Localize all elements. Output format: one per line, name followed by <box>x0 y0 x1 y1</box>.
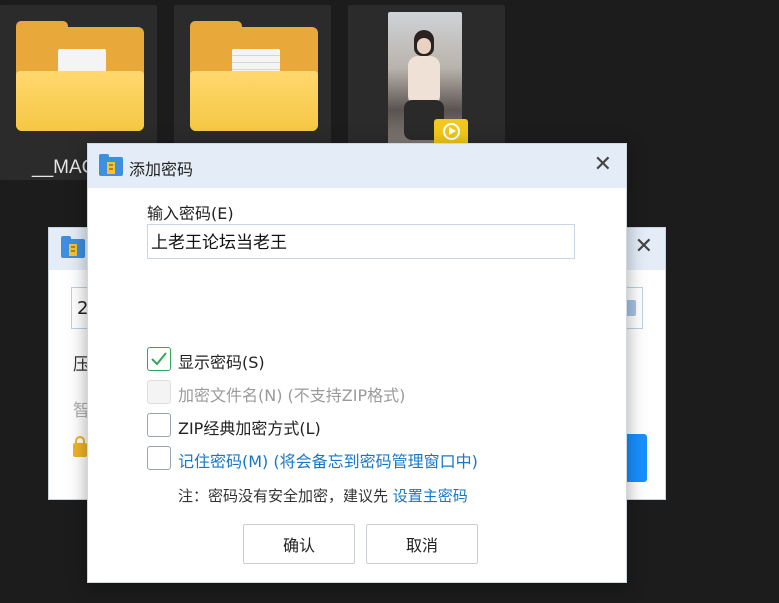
remember-password-label[interactable]: 记住密码(M) (将会备忘到密码管理窗口中) <box>178 448 478 472</box>
background-primary-button[interactable] <box>624 434 647 482</box>
security-note: 注：密码没有安全加密，建议先 设置主密码 <box>178 485 468 506</box>
security-note-text: 注：密码没有安全加密，建议先 <box>178 487 389 505</box>
cancel-button[interactable]: 取消 <box>366 524 478 564</box>
check-icon <box>151 352 167 366</box>
lock-icon[interactable] <box>73 436 87 457</box>
zip-classic-encryption-label: ZIP经典加密方式(L) <box>178 419 321 438</box>
add-password-dialog: 添加密码 ✕ 输入密码(E) 上老王论坛当老王 显示密码(S) 加密文件名(N)… <box>87 143 627 583</box>
close-icon[interactable]: ✕ <box>594 152 612 177</box>
folder-icon <box>16 21 144 131</box>
encrypt-filenames-checkbox <box>147 380 171 404</box>
remember-password-checkbox[interactable] <box>147 446 171 470</box>
folder-icon <box>190 21 318 131</box>
desktop-item-label: __MAC <box>32 157 96 178</box>
show-password-label: 显示密码(S) <box>178 353 265 372</box>
password-label: 输入密码(E) <box>147 204 234 223</box>
dialog-title: 添加密码 <box>129 160 194 179</box>
dialog-titlebar: 添加密码 ✕ <box>88 144 626 188</box>
show-password-checkbox[interactable] <box>147 347 171 371</box>
zip-classic-encryption-checkbox[interactable] <box>147 413 171 437</box>
set-master-password-link[interactable]: 设置主密码 <box>393 487 468 505</box>
encrypt-filenames-label: 加密文件名(N) (不支持ZIP格式) <box>178 386 406 405</box>
archive-app-icon <box>61 236 85 258</box>
folder-browse-icon[interactable] <box>626 300 636 316</box>
confirm-button[interactable]: 确认 <box>243 524 355 564</box>
close-icon[interactable]: ✕ <box>635 234 653 259</box>
password-input[interactable]: 上老王论坛当老王 <box>147 224 575 259</box>
archive-app-icon <box>99 154 123 176</box>
